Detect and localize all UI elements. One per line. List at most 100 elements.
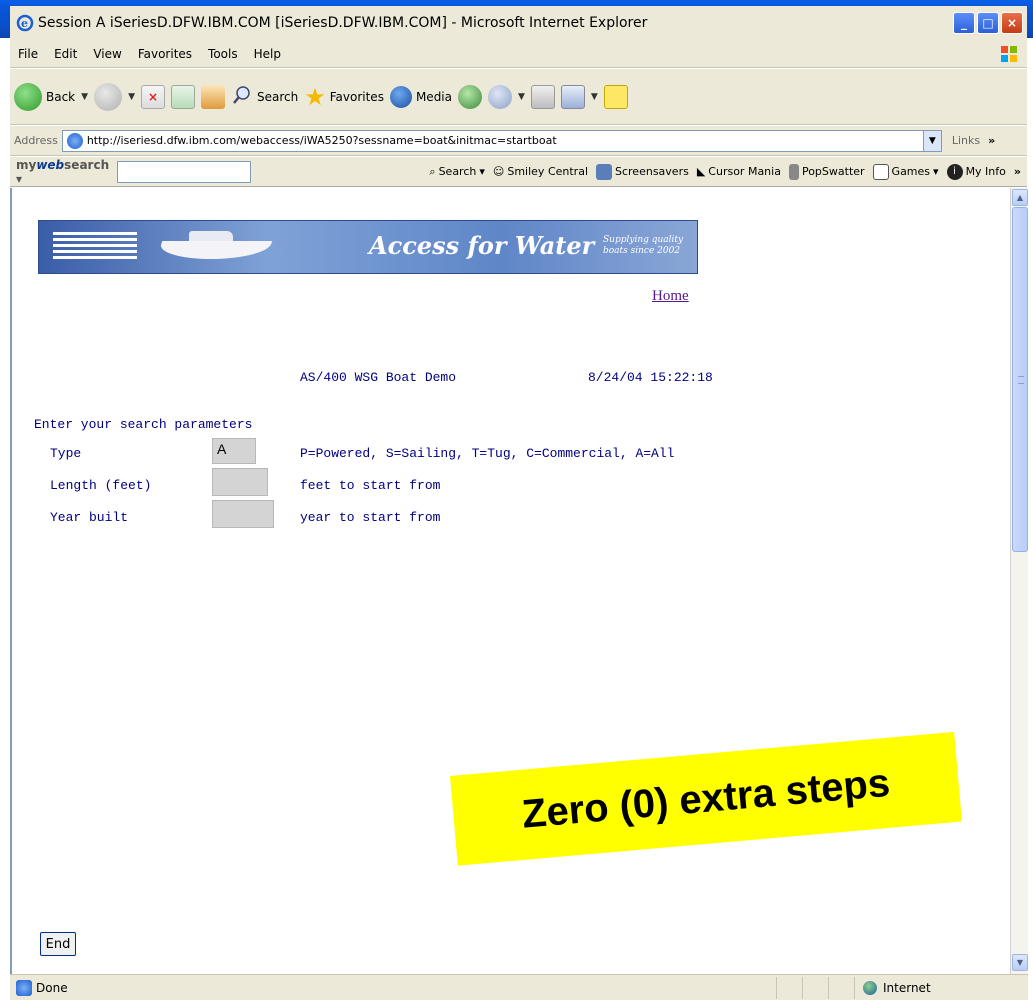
- window-title: Session A iSeriesD.DFW.IBM.COM [iSeriesD…: [38, 15, 648, 31]
- year-label: Year built: [50, 510, 129, 525]
- smiley-central-label: Smiley Central: [507, 165, 588, 178]
- websearch-search-label: Search: [438, 165, 477, 178]
- forward-arrow-icon: [94, 82, 123, 111]
- menu-help[interactable]: Help: [246, 47, 289, 61]
- search-button[interactable]: Search: [231, 84, 298, 109]
- year-field[interactable]: [212, 500, 274, 528]
- print-icon[interactable]: [530, 84, 555, 109]
- forward-button[interactable]: ▼: [94, 82, 135, 111]
- chevron-right-icon[interactable]: »: [988, 134, 995, 147]
- page-done-icon: [16, 979, 32, 996]
- edit-button[interactable]: ▼: [560, 84, 598, 109]
- vertical-scrollbar[interactable]: ▲ ▼: [1010, 188, 1028, 974]
- popswatter-label: PopSwatter: [801, 165, 865, 178]
- ibm-logo: [53, 232, 137, 264]
- screensavers-button[interactable]: Screensavers: [596, 163, 689, 180]
- monitor-icon: [596, 163, 612, 180]
- mail-icon: [488, 84, 512, 109]
- zero-extra-steps-callout: Zero (0) extra steps: [450, 731, 962, 866]
- cursor-mania-label: Cursor Mania: [708, 165, 781, 178]
- address-url: http://iseriesd.dfw.ibm.com/webaccess/iW…: [86, 134, 557, 147]
- popswatter-button[interactable]: PopSwatter: [788, 163, 865, 180]
- mywebsearch-logo-suffix: search: [64, 157, 110, 172]
- my-info-button[interactable]: i My Info: [946, 163, 1006, 180]
- scroll-up-icon[interactable]: ▲: [1012, 189, 1028, 206]
- mywebsearch-logo-main: web: [36, 157, 65, 172]
- websearch-input[interactable]: [117, 160, 252, 183]
- address-label: Address: [14, 134, 58, 147]
- star-icon: ★: [304, 82, 326, 111]
- globe-icon: [863, 980, 877, 995]
- length-hint: feet to start from: [300, 478, 441, 493]
- media-label: Media: [415, 89, 452, 104]
- year-hint: year to start from: [300, 510, 441, 525]
- back-arrow-icon: [14, 82, 42, 111]
- home-link[interactable]: Home: [652, 288, 689, 305]
- my-info-label: My Info: [965, 165, 1006, 178]
- address-dropdown-icon[interactable]: ▼: [922, 130, 941, 151]
- date-time: 8/24/04 15:22:18: [588, 370, 713, 385]
- length-field[interactable]: [212, 468, 268, 496]
- favorites-button[interactable]: ★ Favorites: [304, 83, 384, 111]
- smiley-icon: ☺: [492, 165, 505, 178]
- info-icon: i: [946, 163, 963, 180]
- scroll-thumb[interactable]: [1012, 207, 1028, 552]
- search-label: Search: [256, 89, 299, 104]
- menu-file[interactable]: File: [10, 47, 46, 61]
- app-title: AS/400 WSG Boat Demo: [300, 370, 457, 385]
- websearch-search-button[interactable]: ⌕ Search ▾: [429, 165, 485, 179]
- address-input[interactable]: http://iseriesd.dfw.ibm.com/webaccess/iW…: [61, 129, 942, 152]
- status-bar: Done Internet: [10, 974, 1028, 1000]
- minimize-button[interactable]: _: [953, 12, 975, 34]
- games-button[interactable]: Games ▾: [872, 163, 939, 180]
- menu-tools[interactable]: Tools: [200, 47, 246, 61]
- menu-view[interactable]: View: [85, 47, 129, 61]
- close-button[interactable]: ×: [1001, 12, 1023, 34]
- zone-label: Internet: [883, 980, 931, 995]
- menu-bar: File Edit View Favorites Tools Help: [10, 40, 1027, 68]
- window-titlebar[interactable]: e Session A iSeriesD.DFW.IBM.COM [iSerie…: [0, 0, 1033, 40]
- end-button[interactable]: End: [40, 932, 76, 956]
- menu-favorites[interactable]: Favorites: [130, 47, 200, 61]
- callout-text: Zero (0) extra steps: [520, 760, 892, 837]
- popswatter-icon: [788, 163, 799, 180]
- banner-subtitle: Supplying quality boats since 2002: [603, 235, 684, 256]
- type-field[interactable]: A: [212, 438, 256, 464]
- type-label: Type: [50, 446, 82, 461]
- screensavers-label: Screensavers: [615, 165, 689, 178]
- windows-logo-icon: [999, 44, 1019, 64]
- access-for-water-banner: Access for Water Supplying quality boats…: [38, 220, 698, 274]
- note-icon[interactable]: [603, 84, 628, 109]
- back-label: Back: [46, 89, 76, 104]
- menu-edit[interactable]: Edit: [46, 47, 85, 61]
- address-bar: Address http://iseriesd.dfw.ibm.com/weba…: [10, 126, 1027, 156]
- links-label[interactable]: Links: [952, 134, 980, 147]
- cursor-icon: ◣: [696, 165, 706, 178]
- page-icon: [66, 132, 83, 149]
- history-icon[interactable]: [458, 84, 482, 109]
- media-icon: [389, 85, 412, 108]
- refresh-icon[interactable]: [170, 84, 195, 109]
- security-zone: Internet: [854, 976, 994, 999]
- mywebsearch-logo[interactable]: mywebsearch ▾: [16, 158, 109, 186]
- browser-toolbar: Back ▼ ▼ × Search ★ Favorites Media ▼ ▼: [10, 69, 1027, 125]
- search-prompt: Enter your search parameters: [34, 417, 253, 432]
- ie-icon: e: [16, 14, 34, 32]
- media-button[interactable]: Media: [389, 85, 452, 108]
- mail-button[interactable]: ▼: [488, 84, 525, 109]
- cursor-mania-button[interactable]: ◣ Cursor Mania: [697, 165, 781, 178]
- stop-icon[interactable]: ×: [140, 84, 165, 109]
- mywebsearch-logo-prefix: my: [16, 157, 37, 172]
- maximize-button[interactable]: □: [977, 12, 999, 34]
- scroll-down-icon[interactable]: ▼: [1012, 954, 1028, 971]
- chevron-right-icon[interactable]: »: [1014, 165, 1021, 178]
- search-icon: [231, 84, 253, 109]
- favorites-label: Favorites: [329, 89, 384, 104]
- smiley-central-button[interactable]: ☺ Smiley Central: [493, 165, 588, 178]
- length-label: Length (feet): [50, 478, 152, 493]
- home-icon[interactable]: [200, 84, 225, 109]
- games-label: Games: [891, 165, 931, 178]
- svg-text:e: e: [21, 17, 28, 30]
- search-icon: ⌕: [429, 164, 436, 178]
- back-button[interactable]: Back ▼: [14, 82, 88, 111]
